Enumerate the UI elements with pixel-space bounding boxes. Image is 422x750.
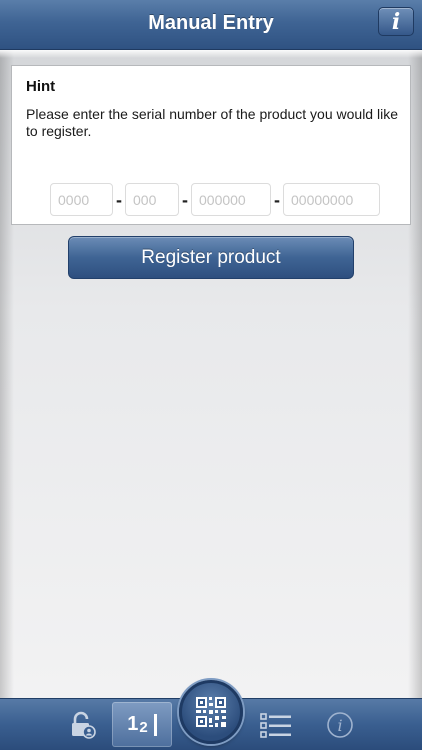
info-circle-glyph: i — [337, 716, 342, 735]
list-icon — [260, 713, 291, 738]
serial-field-3[interactable] — [191, 183, 271, 216]
serial-field-2[interactable] — [125, 183, 179, 216]
hint-title: Hint — [26, 78, 56, 95]
qr-scan-button[interactable] — [179, 680, 243, 744]
numeric-entry-icon: 1 2 — [127, 713, 157, 736]
numeric-icon-cursor — [153, 714, 157, 736]
numeric-icon-2: 2 — [139, 719, 148, 736]
tab-lock[interactable] — [52, 699, 112, 750]
qr-code-icon — [196, 697, 226, 727]
tab-info[interactable]: i — [310, 699, 370, 750]
serial-number-row: - - - — [50, 183, 380, 216]
info-icon: i — [391, 8, 401, 35]
header-bar: Manual Entry i — [0, 0, 422, 50]
serial-separator: - — [182, 190, 188, 210]
tab-list[interactable] — [246, 699, 306, 750]
serial-separator: - — [274, 190, 280, 210]
numeric-icon-1: 1 — [127, 713, 139, 735]
hint-panel: Hint Please enter the serial number of t… — [11, 65, 411, 225]
register-product-button[interactable]: Register product — [68, 236, 354, 279]
serial-field-4[interactable] — [283, 183, 380, 216]
tab-numeric[interactable]: 1 2 — [112, 702, 172, 747]
serial-field-1[interactable] — [50, 183, 113, 216]
serial-separator: - — [116, 190, 122, 210]
hint-text: Please enter the serial number of the pr… — [26, 106, 398, 139]
lock-user-icon — [72, 711, 96, 739]
info-circle-icon: i — [327, 712, 353, 738]
content-shadow — [0, 50, 422, 58]
info-button[interactable]: i — [378, 7, 414, 36]
page-title: Manual Entry — [148, 11, 274, 34]
